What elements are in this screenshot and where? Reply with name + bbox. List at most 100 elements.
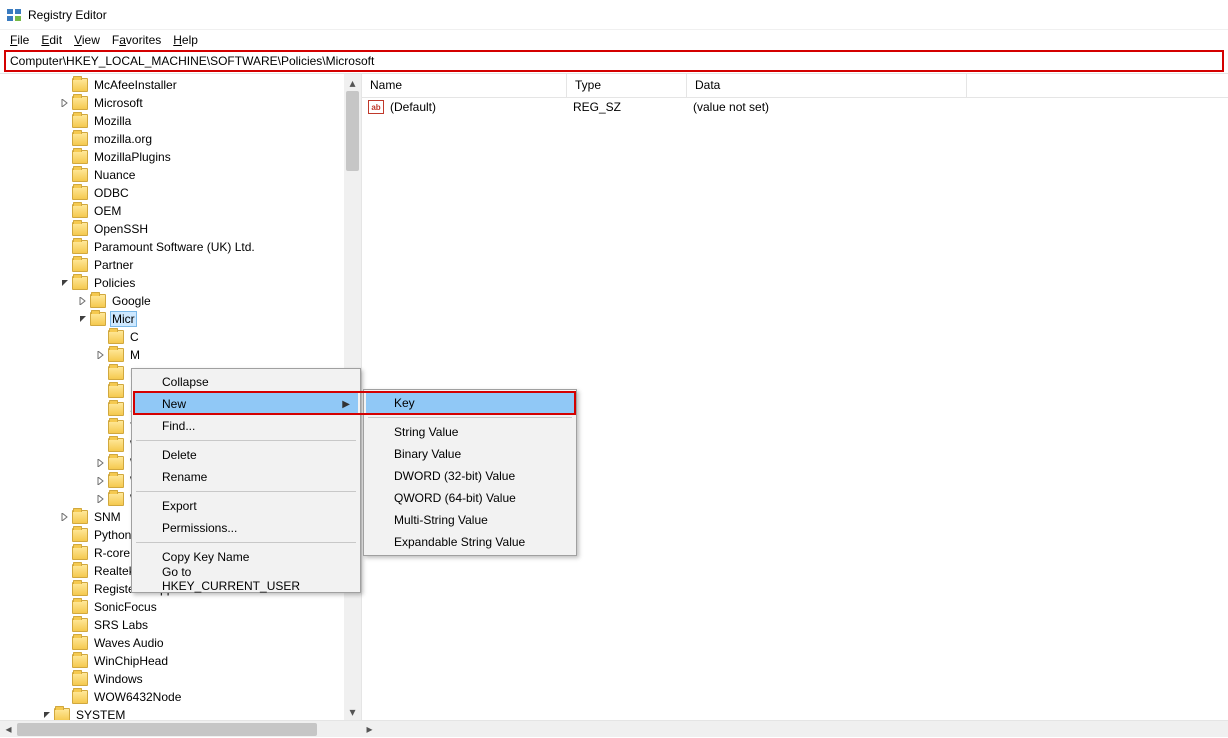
scroll-right-button[interactable]: ▸ bbox=[361, 721, 378, 738]
value-name: (Default) bbox=[390, 100, 573, 114]
context-submenu-new[interactable]: Key String Value Binary Value DWORD (32-… bbox=[363, 389, 577, 556]
tree-label: Windows bbox=[92, 672, 145, 686]
tree-item[interactable]: WinChipHead bbox=[4, 652, 344, 670]
chevron-down-icon[interactable] bbox=[58, 279, 72, 287]
menu-help[interactable]: Help bbox=[167, 32, 204, 48]
folder-icon bbox=[72, 222, 88, 236]
tree-item[interactable]: McAfeeInstaller bbox=[4, 76, 344, 94]
tree-item[interactable]: OpenSSH bbox=[4, 220, 344, 238]
scroll-up-button[interactable]: ▴ bbox=[344, 74, 361, 91]
folder-icon bbox=[90, 294, 106, 308]
folder-icon bbox=[72, 96, 88, 110]
chevron-down-icon[interactable] bbox=[40, 711, 54, 719]
sub-binary[interactable]: Binary Value bbox=[366, 443, 574, 465]
tree-item[interactable]: OEM bbox=[4, 202, 344, 220]
tree-item[interactable]: SYSTEM bbox=[4, 706, 344, 720]
folder-icon bbox=[72, 204, 88, 218]
address-text: Computer\HKEY_LOCAL_MACHINE\SOFTWARE\Pol… bbox=[10, 54, 374, 68]
tree-label: Policies bbox=[92, 276, 137, 290]
chevron-down-icon[interactable] bbox=[76, 315, 90, 323]
tree-item[interactable]: Waves Audio bbox=[4, 634, 344, 652]
folder-icon bbox=[72, 672, 88, 686]
tree-label: McAfeeInstaller bbox=[92, 78, 179, 92]
folder-icon bbox=[54, 708, 70, 720]
address-bar[interactable]: Computer\HKEY_LOCAL_MACHINE\SOFTWARE\Pol… bbox=[4, 50, 1224, 72]
menu-view[interactable]: View bbox=[68, 32, 106, 48]
tree-item[interactable]: Partner bbox=[4, 256, 344, 274]
ctx-collapse[interactable]: Collapse bbox=[134, 371, 358, 393]
column-name[interactable]: Name bbox=[362, 74, 567, 97]
tree-label: Waves Audio bbox=[92, 636, 166, 650]
sub-string[interactable]: String Value bbox=[366, 421, 574, 443]
tree-item[interactable]: SonicFocus bbox=[4, 598, 344, 616]
sub-qword[interactable]: QWORD (64-bit) Value bbox=[366, 487, 574, 509]
chevron-right-icon[interactable] bbox=[94, 477, 108, 485]
chevron-right-icon[interactable] bbox=[94, 495, 108, 503]
folder-icon bbox=[72, 564, 88, 578]
tree-item[interactable]: Micr bbox=[4, 310, 344, 328]
tree-item[interactable]: C bbox=[4, 328, 344, 346]
list-row[interactable]: ab(Default)REG_SZ(value not set) bbox=[362, 98, 1228, 116]
tree-item[interactable]: SRS Labs bbox=[4, 616, 344, 634]
folder-icon bbox=[72, 132, 88, 146]
tree-label: R-core bbox=[92, 546, 132, 560]
folder-icon bbox=[72, 600, 88, 614]
chevron-right-icon[interactable] bbox=[94, 351, 108, 359]
folder-icon bbox=[108, 366, 124, 380]
tree-item[interactable]: Policies bbox=[4, 274, 344, 292]
sub-key[interactable]: Key bbox=[366, 392, 574, 414]
separator bbox=[136, 491, 356, 492]
tree-label: mozilla.org bbox=[92, 132, 154, 146]
tree-label: MozillaPlugins bbox=[92, 150, 173, 164]
scroll-down-button[interactable]: ▾ bbox=[344, 703, 361, 720]
ctx-goto-hkcu[interactable]: Go to HKEY_CURRENT_USER bbox=[134, 568, 358, 590]
tree-label: OpenSSH bbox=[92, 222, 150, 236]
tree-item[interactable]: Mozilla bbox=[4, 112, 344, 130]
context-menu[interactable]: Collapse New▶ Find... Delete Rename Expo… bbox=[131, 368, 361, 593]
value-type: REG_SZ bbox=[573, 100, 693, 114]
tree-item[interactable]: Google bbox=[4, 292, 344, 310]
column-type[interactable]: Type bbox=[567, 74, 687, 97]
folder-icon bbox=[72, 168, 88, 182]
separator bbox=[136, 440, 356, 441]
menu-favorites[interactable]: Favorites bbox=[106, 32, 167, 48]
ctx-rename[interactable]: Rename bbox=[134, 466, 358, 488]
menu-edit[interactable]: Edit bbox=[35, 32, 68, 48]
tree-item[interactable]: Nuance bbox=[4, 166, 344, 184]
chevron-right-icon[interactable] bbox=[58, 513, 72, 521]
horizontal-scrollbar[interactable]: ◂ ▸ bbox=[0, 720, 1228, 737]
tree-label: Micr bbox=[110, 311, 137, 327]
folder-icon bbox=[108, 330, 124, 344]
ctx-find[interactable]: Find... bbox=[134, 415, 358, 437]
tree-item[interactable]: ODBC bbox=[4, 184, 344, 202]
ctx-delete[interactable]: Delete bbox=[134, 444, 358, 466]
ctx-new[interactable]: New▶ bbox=[134, 393, 358, 415]
tree-item[interactable]: Paramount Software (UK) Ltd. bbox=[4, 238, 344, 256]
list-body[interactable]: ab(Default)REG_SZ(value not set) bbox=[362, 98, 1228, 116]
ctx-export[interactable]: Export bbox=[134, 495, 358, 517]
tree-label: M bbox=[128, 348, 142, 362]
sub-expand[interactable]: Expandable String Value bbox=[366, 531, 574, 553]
sub-dword[interactable]: DWORD (32-bit) Value bbox=[366, 465, 574, 487]
folder-icon bbox=[72, 582, 88, 596]
tree-item[interactable]: M bbox=[4, 346, 344, 364]
folder-icon bbox=[108, 420, 124, 434]
tree-item[interactable]: Windows bbox=[4, 670, 344, 688]
chevron-right-icon[interactable] bbox=[94, 459, 108, 467]
folder-icon bbox=[72, 510, 88, 524]
scroll-left-button[interactable]: ◂ bbox=[0, 721, 17, 738]
tree-item[interactable]: MozillaPlugins bbox=[4, 148, 344, 166]
hscroll-thumb[interactable] bbox=[17, 723, 317, 736]
chevron-right-icon[interactable] bbox=[76, 297, 90, 305]
ctx-permissions[interactable]: Permissions... bbox=[134, 517, 358, 539]
column-data[interactable]: Data bbox=[687, 74, 967, 97]
chevron-right-icon[interactable] bbox=[58, 99, 72, 107]
tree-item[interactable]: mozilla.org bbox=[4, 130, 344, 148]
scroll-thumb[interactable] bbox=[346, 91, 359, 171]
sub-multi[interactable]: Multi-String Value bbox=[366, 509, 574, 531]
tree-label: OEM bbox=[92, 204, 123, 218]
menu-file[interactable]: File bbox=[4, 32, 35, 48]
separator bbox=[136, 542, 356, 543]
tree-item[interactable]: Microsoft bbox=[4, 94, 344, 112]
tree-item[interactable]: WOW6432Node bbox=[4, 688, 344, 706]
